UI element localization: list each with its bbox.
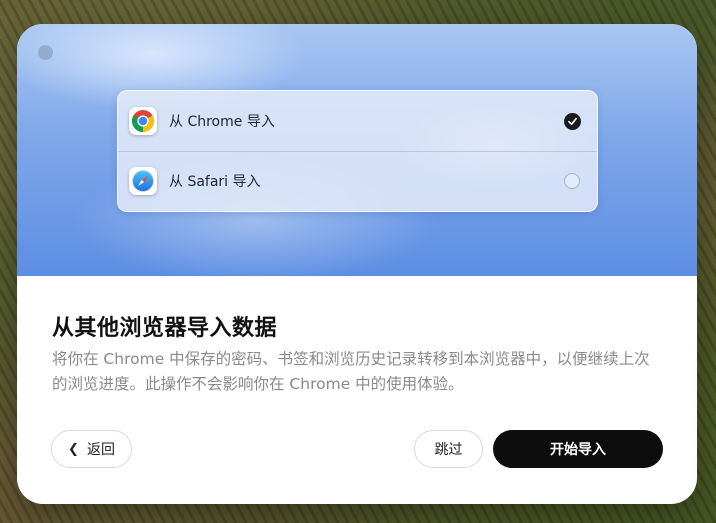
skip-button[interactable]: 跳过 [414,430,483,468]
safari-icon [129,167,157,195]
back-button-label: 返回 [86,442,115,458]
option-safari[interactable]: 从 Safari 导入 [118,151,597,211]
import-dialog: 从 Chrome 导入 从 Safari 导入 从其他浏览器导入数据 将你在 C… [17,24,697,504]
option-chrome-checkmark[interactable] [564,112,581,130]
description-line-1: 将你在 Chrome 中保存的密码、书签和浏览历史记录转移到本浏览器中，以便继续… [52,350,650,368]
start-import-button-label: 开始导入 [550,442,606,458]
option-safari-radio[interactable] [564,173,580,189]
skip-button-label: 跳过 [434,442,463,458]
description-line-2: 的浏览进度。此操作不会影响你在 Chrome 中的使用体验。 [52,375,464,393]
hero-banner: 从 Chrome 导入 从 Safari 导入 [17,24,697,276]
dialog-description: 将你在 Chrome 中保存的密码、书签和浏览历史记录转移到本浏览器中，以便继续… [52,347,667,397]
browser-picker: 从 Chrome 导入 从 Safari 导入 [117,90,598,212]
chrome-icon [129,107,157,135]
option-chrome-label: 从 Chrome 导入 [169,114,275,130]
window-close-dot[interactable] [38,45,53,60]
chevron-left-icon: ❮ [68,441,79,457]
start-import-button[interactable]: 开始导入 [493,430,663,468]
option-safari-label: 从 Safari 导入 [169,174,261,190]
back-button[interactable]: ❮ 返回 [51,430,132,468]
dialog-title: 从其他浏览器导入数据 [52,316,278,341]
option-chrome[interactable]: 从 Chrome 导入 [118,91,597,152]
